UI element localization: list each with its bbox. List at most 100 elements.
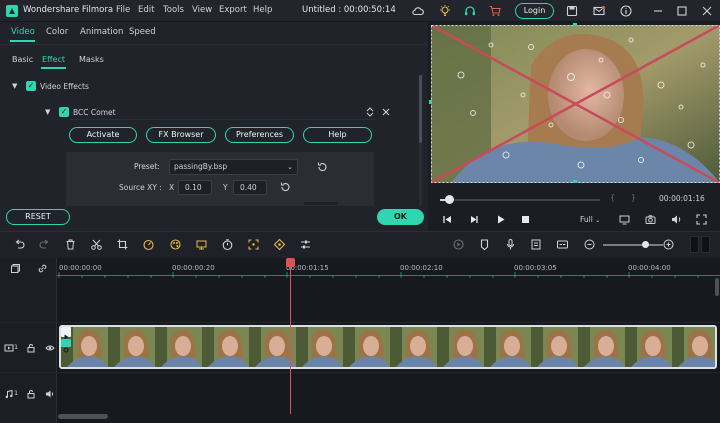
subtitle-icon[interactable]	[556, 238, 569, 251]
menu-export[interactable]: Export	[219, 5, 247, 15]
timeline-horizontal-scrollbar[interactable]	[58, 414, 108, 419]
zoom-slider-handle[interactable]	[642, 241, 649, 248]
preview-progress-track[interactable]	[440, 199, 600, 201]
redo-icon[interactable]	[38, 238, 51, 251]
subtab-basic[interactable]: Basic	[12, 55, 33, 64]
mic-icon[interactable]	[504, 238, 517, 251]
bulb-icon[interactable]	[438, 4, 452, 18]
next-param-field	[304, 202, 338, 205]
fx-browser-button[interactable]: FX Browser	[146, 127, 216, 143]
menu-view[interactable]: View	[192, 5, 212, 15]
playhead-handle[interactable]	[286, 258, 295, 267]
preset-select[interactable]: passingBy.bsp ⌄	[169, 159, 298, 175]
menu-help[interactable]: Help	[253, 5, 272, 15]
minimize-icon[interactable]	[651, 4, 665, 18]
source-xy-reset-icon[interactable]	[279, 181, 291, 193]
lock-icon[interactable]	[26, 343, 36, 353]
frame-handle-bottom[interactable]	[573, 180, 577, 183]
maximize-icon[interactable]	[675, 4, 689, 18]
keyframe-icon[interactable]	[273, 238, 286, 251]
frame-handle-left[interactable]	[429, 100, 432, 104]
snapshot-icon[interactable]	[644, 213, 657, 226]
adjust-icon[interactable]	[299, 238, 312, 251]
save-icon[interactable]	[565, 4, 579, 18]
audio-mixer-icon[interactable]	[195, 238, 208, 251]
marker-icon[interactable]	[478, 238, 491, 251]
mail-icon[interactable]	[592, 4, 606, 18]
undo-icon[interactable]	[13, 238, 26, 251]
close-icon[interactable]	[700, 4, 714, 18]
previous-frame-icon[interactable]	[441, 213, 454, 226]
quality-select[interactable]: Full ⌄	[580, 215, 600, 224]
tab-speed[interactable]: Speed	[129, 27, 156, 37]
zoom-in-icon[interactable]	[662, 238, 675, 251]
color-icon[interactable]	[169, 238, 182, 251]
fullscreen-icon[interactable]	[695, 213, 708, 226]
frame-handle-top[interactable]	[573, 23, 577, 26]
effect-collapse-arrow-icon[interactable]: ▼	[45, 108, 50, 116]
help-button[interactable]: Help	[303, 127, 372, 143]
chevron-down-icon: ⌄	[287, 163, 293, 171]
tab-video[interactable]: Video	[11, 27, 35, 37]
preview-progress-handle[interactable]	[445, 195, 454, 204]
collapse-arrow-icon[interactable]: ▼	[12, 82, 17, 90]
volume-icon[interactable]	[670, 213, 683, 226]
reorder-icon[interactable]	[365, 106, 375, 118]
speed-icon[interactable]	[142, 238, 155, 251]
headset-icon[interactable]	[463, 4, 477, 18]
tab-color[interactable]: Color	[46, 27, 68, 37]
voiceover-list-icon[interactable]	[530, 238, 543, 251]
fit-frame-icon[interactable]	[247, 238, 260, 251]
cart-icon[interactable]	[488, 4, 502, 18]
clip-type-icon	[61, 327, 71, 340]
zoom-out-icon[interactable]	[583, 238, 596, 251]
audio-track-icon	[5, 389, 13, 399]
panel-scrollbar[interactable]	[419, 75, 422, 143]
preset-label: Preset:	[134, 162, 160, 171]
timeline-vertical-scrollbar[interactable]	[715, 278, 719, 296]
login-button[interactable]: Login	[515, 3, 554, 19]
crop-icon[interactable]	[116, 238, 129, 251]
add-track-icon[interactable]	[10, 263, 21, 274]
cloud-icon[interactable]	[411, 4, 425, 18]
remove-effect-icon[interactable]	[381, 107, 391, 117]
link-icon[interactable]	[37, 263, 48, 274]
play-icon[interactable]	[494, 213, 507, 226]
video-effects-checkbox[interactable]: ✓	[26, 81, 36, 91]
monitor-icon[interactable]	[618, 213, 631, 226]
delete-icon[interactable]	[64, 238, 77, 251]
ok-button[interactable]: OK	[377, 209, 424, 225]
speaker-icon[interactable]	[45, 389, 55, 399]
menu-tools[interactable]: Tools	[163, 5, 184, 15]
menu-edit[interactable]: Edit	[138, 5, 154, 15]
x-input[interactable]: 0.10	[178, 180, 212, 195]
menu-file[interactable]: File	[116, 5, 130, 15]
duration-icon[interactable]	[221, 238, 234, 251]
eye-icon[interactable]	[45, 343, 55, 353]
reset-button[interactable]: RESET	[6, 209, 70, 225]
panel-toggle-right[interactable]	[701, 236, 710, 253]
video-track-number: 1	[14, 343, 19, 351]
subtab-effect[interactable]: Effect	[42, 55, 65, 64]
audio-lock-icon[interactable]	[26, 389, 36, 399]
zoom-slider-track[interactable]	[603, 244, 663, 246]
tab-animation[interactable]: Animation	[80, 27, 123, 37]
subtab-active-indicator	[41, 67, 66, 69]
ruler-tick-label: 00:00:03:05	[514, 264, 557, 272]
bcc-comet-checkbox[interactable]: ✓	[59, 107, 69, 117]
stop-icon[interactable]	[519, 213, 532, 226]
panel-toggle-left[interactable]	[690, 236, 699, 253]
preferences-button[interactable]: Preferences	[225, 127, 294, 143]
video-preview[interactable]	[431, 25, 720, 183]
activate-button[interactable]: Activate	[69, 127, 137, 143]
mark-in-icon[interactable]: {	[610, 193, 615, 202]
render-icon[interactable]	[452, 238, 465, 251]
play-back-icon[interactable]	[467, 213, 480, 226]
info-icon[interactable]	[619, 4, 633, 18]
cut-icon[interactable]	[90, 238, 103, 251]
subtab-masks[interactable]: Masks	[79, 55, 104, 64]
video-clip[interactable]	[59, 325, 717, 369]
preset-reset-icon[interactable]	[316, 161, 328, 173]
y-input[interactable]: 0.40	[233, 180, 267, 195]
mark-out-icon[interactable]: }	[631, 193, 636, 202]
